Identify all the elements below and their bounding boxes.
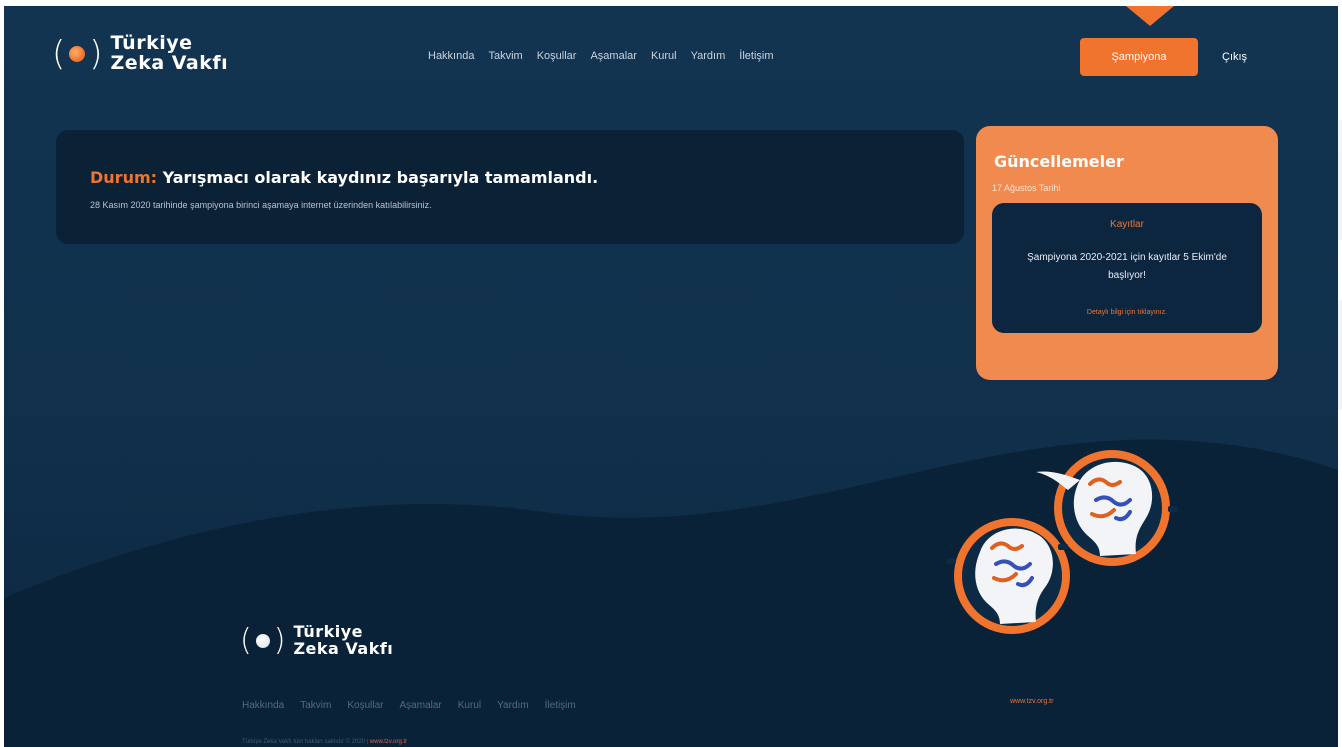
footer-nav: Hakkında Takvim Koşullar Aşamalar Kurul … <box>242 700 576 711</box>
status-message: Yarışmacı olarak kaydınız başarıyla tama… <box>162 168 599 187</box>
status-card: Durum: Yarışmacı olarak kaydınız başarıy… <box>56 130 964 244</box>
app-window: ( ) Türkiye Zeka Vakfı Hakkında Takvim K… <box>4 6 1338 747</box>
updates-title: Güncellemeler <box>994 152 1124 171</box>
footer-link-stages[interactable]: Aşamalar <box>400 700 442 711</box>
logo-paren-right: ) <box>273 622 286 658</box>
footer-link-help[interactable]: Yardım <box>497 700 529 711</box>
header-logo[interactable]: ( ) Türkiye Zeka Vakfı <box>52 32 229 74</box>
illustration-tab <box>946 558 956 564</box>
championship-button[interactable]: Şampiyona <box>1080 38 1198 76</box>
status-line: Durum: Yarışmacı olarak kaydınız başarıy… <box>90 168 598 187</box>
footer-link-conditions[interactable]: Koşullar <box>347 700 383 711</box>
footer-link-about[interactable]: Hakkında <box>242 700 284 711</box>
brain-heads-illustration <box>946 450 1178 634</box>
nav-item-stages[interactable]: Aşamalar <box>590 50 636 62</box>
logo-paren-right: ) <box>89 33 103 74</box>
nav-item-help[interactable]: Yardım <box>691 50 726 62</box>
nav-item-contact[interactable]: İletişim <box>739 50 773 62</box>
footer-link-contact[interactable]: İletişim <box>545 700 576 711</box>
status-label: Durum: <box>90 168 158 187</box>
nav-item-calendar[interactable]: Takvim <box>488 50 522 62</box>
logo-text: Türkiye Zeka Vakfı <box>110 32 229 74</box>
status-subtext: 28 Kasım 2020 tarihinde şampiyona birinc… <box>90 200 432 210</box>
main-nav: Hakkında Takvim Koşullar Aşamalar Kurul … <box>428 50 774 62</box>
active-indicator <box>1126 6 1174 26</box>
illustration-tab <box>1168 506 1178 512</box>
logo-line1: Türkiye <box>110 32 193 54</box>
updates-date: 17 Ağustos Tarihi <box>992 183 1061 193</box>
footer-copyright: Türkiye Zeka Vakfı tüm hakları saklıdır … <box>242 739 407 745</box>
logout-link[interactable]: Çıkış <box>1222 51 1247 63</box>
logo-line2: Zeka Vakfı <box>110 51 229 74</box>
footer-website-link[interactable]: www.tzv.org.tr <box>1010 698 1053 705</box>
logo-line2: Zeka Vakfı <box>293 638 394 658</box>
footer-link-board[interactable]: Kurul <box>458 700 481 711</box>
update-details-link[interactable]: Detaylı bilgi için tıklayınız. <box>992 309 1262 316</box>
nav-item-about[interactable]: Hakkında <box>428 50 474 62</box>
footer-logo[interactable]: ( ) Türkiye Zeka Vakfı <box>240 622 394 658</box>
brain-dot-logo-icon <box>255 633 270 648</box>
update-card[interactable]: Kayıtlar Şampiyona 2020-2021 için kayıtl… <box>992 203 1262 333</box>
update-card-title: Kayıtlar <box>1110 219 1144 230</box>
illustration-tab <box>1058 544 1068 550</box>
nav-item-board[interactable]: Kurul <box>651 50 677 62</box>
copyright-text: Türkiye Zeka Vakfı tüm hakları saklıdır … <box>242 739 369 745</box>
copyright-link[interactable]: www.tzv.org.tr <box>370 739 407 745</box>
footer-link-calendar[interactable]: Takvim <box>300 700 331 711</box>
update-card-body: Şampiyona 2020-2021 için kayıtlar 5 Ekim… <box>1027 252 1227 281</box>
brain-dot-logo-icon <box>69 45 86 62</box>
nav-item-conditions[interactable]: Koşullar <box>537 50 577 62</box>
logo-text: Türkiye Zeka Vakfı <box>293 623 394 658</box>
updates-panel: Güncellemeler 17 Ağustos Tarihi Kayıtlar… <box>976 126 1278 380</box>
logo-paren-left: ( <box>52 33 66 74</box>
logo-paren-left: ( <box>240 622 252 658</box>
